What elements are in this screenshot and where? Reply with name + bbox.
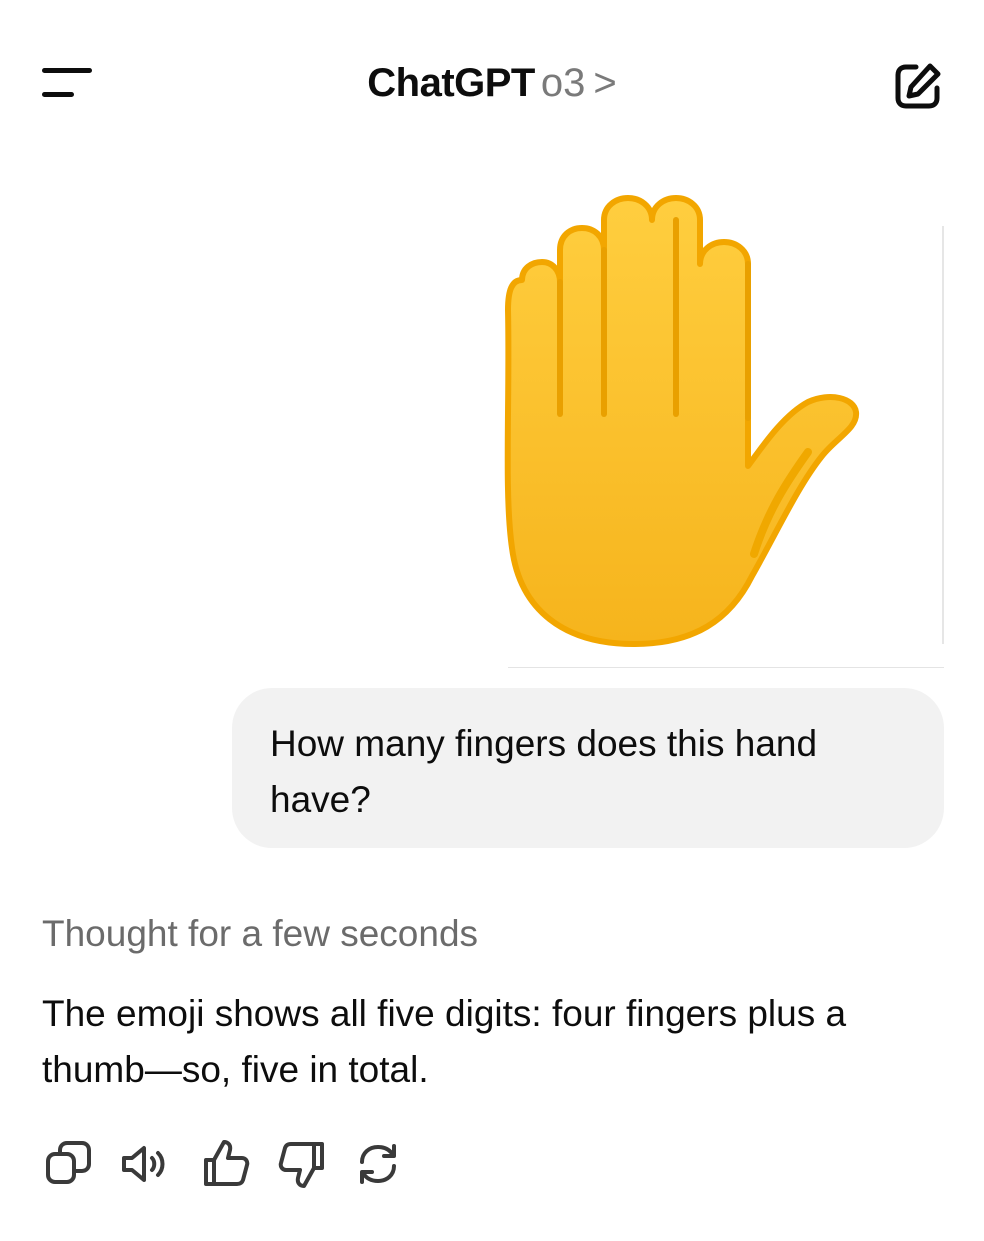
chevron-right-icon: > [593,61,617,105]
thumbs-down-icon [278,1142,324,1188]
raised-hand-emoji-image [504,195,860,647]
regenerate-button[interactable] [348,1134,408,1194]
thumbs-up-button[interactable] [196,1134,256,1194]
user-message-bubble: How many fingers does this hand have? [232,688,944,848]
read-aloud-icon [122,1146,165,1182]
thought-summary-toggle[interactable]: Thought for a few seconds [42,908,478,960]
model-name: o3 [540,61,586,105]
regenerate-icon [360,1144,396,1184]
chat-screen: ChatGPT o3 > How many fingers does this … [0,0,984,1241]
assistant-answer-text: The emoji shows all five digits: four fi… [42,993,847,1090]
copy-button[interactable] [40,1134,100,1194]
new-chat-icon[interactable] [892,60,944,112]
user-message-text: How many fingers does this hand have? [270,723,818,820]
app-title: ChatGPT [367,61,535,105]
image-divider [508,667,944,668]
thumbs-up-icon [204,1140,250,1186]
model-switcher[interactable]: ChatGPT o3 > [0,58,984,108]
copy-icon [46,1141,91,1184]
thumbs-down-button[interactable] [272,1134,332,1194]
attached-image[interactable] [404,180,944,668]
read-aloud-button[interactable] [116,1134,176,1194]
